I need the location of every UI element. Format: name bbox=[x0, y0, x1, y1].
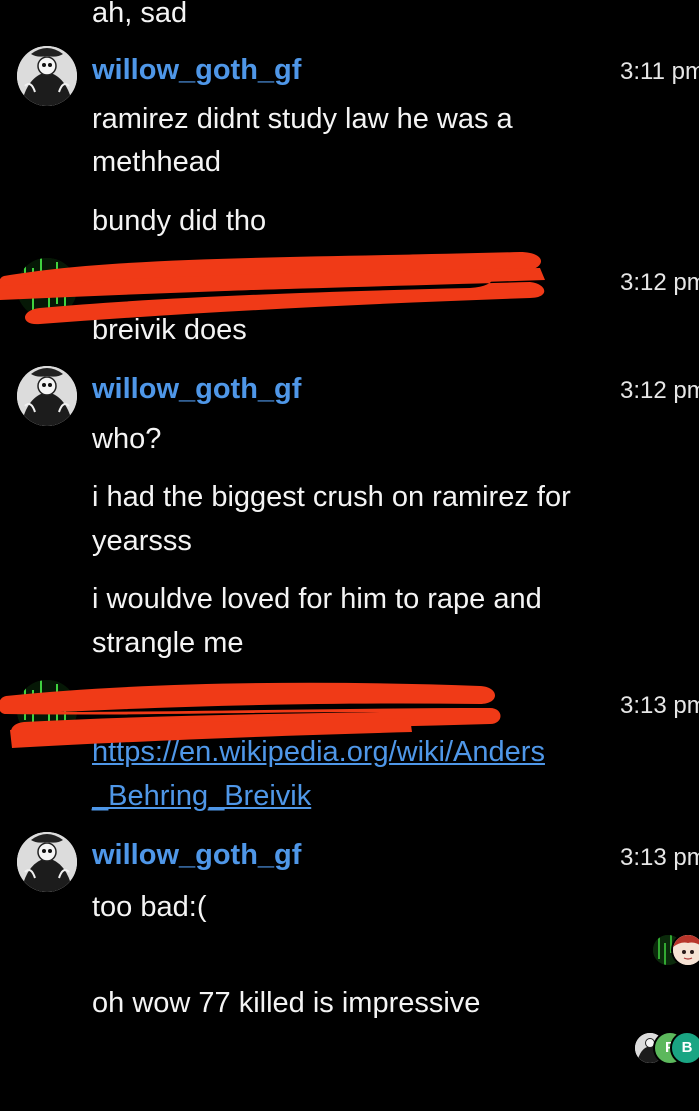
skull-avatar-icon[interactable] bbox=[17, 366, 77, 426]
message-text: strangle me bbox=[92, 627, 244, 659]
anime-girl-avatar-icon bbox=[671, 933, 699, 967]
timestamp: 3:13 pm bbox=[620, 692, 699, 719]
username[interactable]: willow_goth_gf bbox=[92, 837, 301, 873]
reader-badge-b: B bbox=[670, 1031, 699, 1065]
username[interactable]: willow_goth_gf bbox=[92, 52, 301, 88]
message-text: who? bbox=[92, 423, 162, 455]
timestamp: 3:12 pm bbox=[620, 377, 699, 404]
redaction-mark bbox=[0, 682, 501, 748]
username[interactable]: willow_goth_gf bbox=[92, 371, 301, 407]
message-text: yearsss bbox=[92, 525, 192, 557]
message-text: ramirez didnt study law he was a bbox=[92, 103, 513, 135]
redaction-mark bbox=[0, 252, 545, 325]
skull-avatar-icon[interactable] bbox=[17, 832, 77, 892]
skull-avatar-icon[interactable] bbox=[17, 46, 77, 106]
timestamp: 3:13 pm bbox=[620, 844, 699, 871]
message-text: bundy did tho bbox=[92, 205, 267, 237]
message-text: i wouldve loved for him to rape and bbox=[92, 583, 542, 615]
message-text: methhead bbox=[92, 146, 221, 178]
message-text: ah, sad bbox=[92, 0, 188, 29]
timestamp: 3:11 pm bbox=[620, 58, 699, 85]
message-text: too bad:( bbox=[92, 891, 207, 923]
wikipedia-link[interactable]: _Behring_Breivik bbox=[92, 775, 311, 818]
message-text: i had the biggest crush on ramirez for bbox=[92, 481, 571, 513]
timestamp: 3:12 pm bbox=[620, 269, 699, 296]
message-text: oh wow 77 killed is impressive bbox=[92, 987, 481, 1019]
